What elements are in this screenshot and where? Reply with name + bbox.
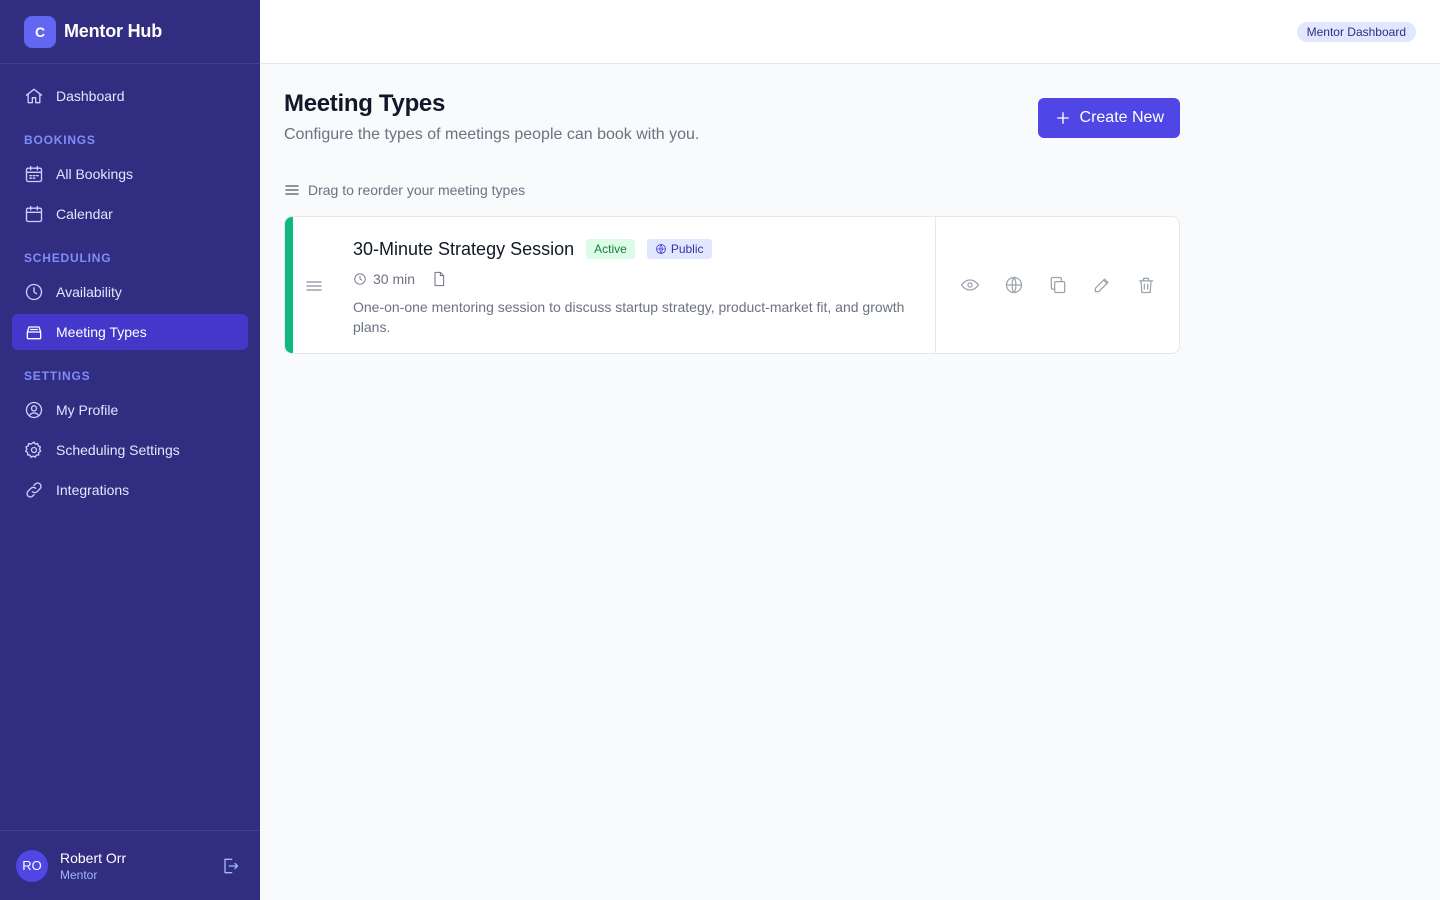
drag-handle[interactable] [305, 277, 323, 295]
drag-lines-icon [285, 185, 299, 195]
gear-icon [25, 441, 42, 458]
sidebar-nav: Dashboard BOOKINGS All Bookings Calendar… [0, 64, 260, 508]
calendar-list-icon [25, 165, 43, 183]
drag-handle-icon [306, 281, 322, 291]
meeting-type-header: 30-Minute Strategy Session Active Public [353, 237, 913, 261]
clock-icon [354, 273, 366, 285]
sidebar-item-label: Meeting Types [56, 324, 147, 340]
preview-button[interactable] [958, 273, 982, 297]
brand-name: Mentor Hub [64, 21, 162, 41]
sidebar: C Mentor Hub Dashboard BOOKINGS All Book… [0, 0, 260, 900]
status-badge: Active [586, 239, 635, 259]
status-accent-bar [285, 217, 293, 353]
duration: 30 min [373, 271, 416, 287]
calendar-icon [25, 205, 43, 223]
user-info: Robert Orr Mentor [60, 850, 126, 882]
visibility-toggle-button[interactable] [1002, 273, 1026, 297]
sidebar-item-availability[interactable]: Availability [12, 274, 248, 310]
copy-icon [1050, 276, 1066, 294]
logout-button[interactable] [220, 856, 240, 876]
brand-logo: C [24, 15, 56, 48]
globe-icon [655, 244, 666, 254]
top-bar: Mentor Dashboard [260, 0, 1440, 64]
create-new-button[interactable]: Create New [1037, 98, 1180, 138]
page-title: Meeting Types [284, 90, 446, 117]
edit-icon [1094, 278, 1109, 293]
sidebar-item-calendar[interactable]: Calendar [12, 196, 248, 232]
meeting-type-description: One-on-one mentoring session to discuss … [353, 299, 905, 335]
plus-icon [1056, 112, 1069, 124]
sidebar-item-label: Availability [56, 284, 122, 300]
section-title-settings: SETTINGS [24, 369, 91, 383]
section-title-scheduling: SCHEDULING [24, 251, 112, 265]
sidebar-item-scheduling-settings[interactable]: Scheduling Settings [12, 432, 248, 468]
reorder-hint: Drag to reorder your meeting types [284, 182, 525, 198]
inbox-icon [26, 326, 42, 340]
visibility-label: Public [670, 242, 704, 256]
duplicate-button[interactable] [1046, 273, 1070, 297]
link-icon [26, 482, 42, 498]
sidebar-item-dashboard[interactable]: Dashboard [12, 78, 248, 114]
edit-button[interactable] [1090, 273, 1114, 297]
section-title-bookings: BOOKINGS [24, 133, 96, 147]
delete-button[interactable] [1134, 273, 1158, 297]
eye-icon [961, 279, 979, 291]
sidebar-item-integrations[interactable]: Integrations [12, 472, 248, 508]
sidebar-item-my-profile[interactable]: My Profile [12, 392, 248, 428]
clock-icon [25, 283, 43, 301]
page-subtitle: Configure the types of meetings people c… [284, 126, 700, 143]
user-circle-icon [25, 401, 43, 419]
visibility-badge: Public [646, 239, 712, 259]
meeting-type-title: 30-Minute Strategy Session [353, 238, 575, 259]
meeting-type-meta: 30 min [353, 269, 913, 289]
user-panel: RO Robert Orr Mentor [0, 830, 260, 900]
sidebar-item-meeting-types[interactable]: Meeting Types [12, 314, 248, 350]
trash-icon [1138, 277, 1154, 294]
dashboard-badge: Mentor Dashboard [1296, 22, 1416, 42]
meeting-type-card[interactable]: 30-Minute Strategy Session Active Public… [284, 216, 1180, 354]
globe-icon [1005, 276, 1023, 294]
user-role: Mentor [60, 867, 98, 882]
logout-icon [224, 858, 239, 874]
sidebar-item-label: Scheduling Settings [56, 442, 180, 458]
reorder-hint-text: Drag to reorder your meeting types [308, 182, 526, 198]
document-icon [434, 271, 445, 287]
home-icon [25, 88, 43, 104]
card-actions [935, 217, 1179, 353]
avatar[interactable]: RO [16, 849, 48, 882]
meeting-type-details: 30-Minute Strategy Session Active Public… [353, 237, 913, 337]
sidebar-item-label: My Profile [56, 402, 119, 418]
sidebar-item-label: Dashboard [56, 88, 125, 104]
brand[interactable]: C Mentor Hub [0, 0, 260, 64]
sidebar-item-label: Calendar [56, 206, 113, 222]
create-new-label: Create New [1079, 109, 1164, 126]
user-name: Robert Orr [60, 849, 127, 866]
sidebar-item-all-bookings[interactable]: All Bookings [12, 156, 248, 192]
sidebar-item-label: Integrations [56, 482, 130, 498]
sidebar-item-label: All Bookings [56, 166, 134, 182]
